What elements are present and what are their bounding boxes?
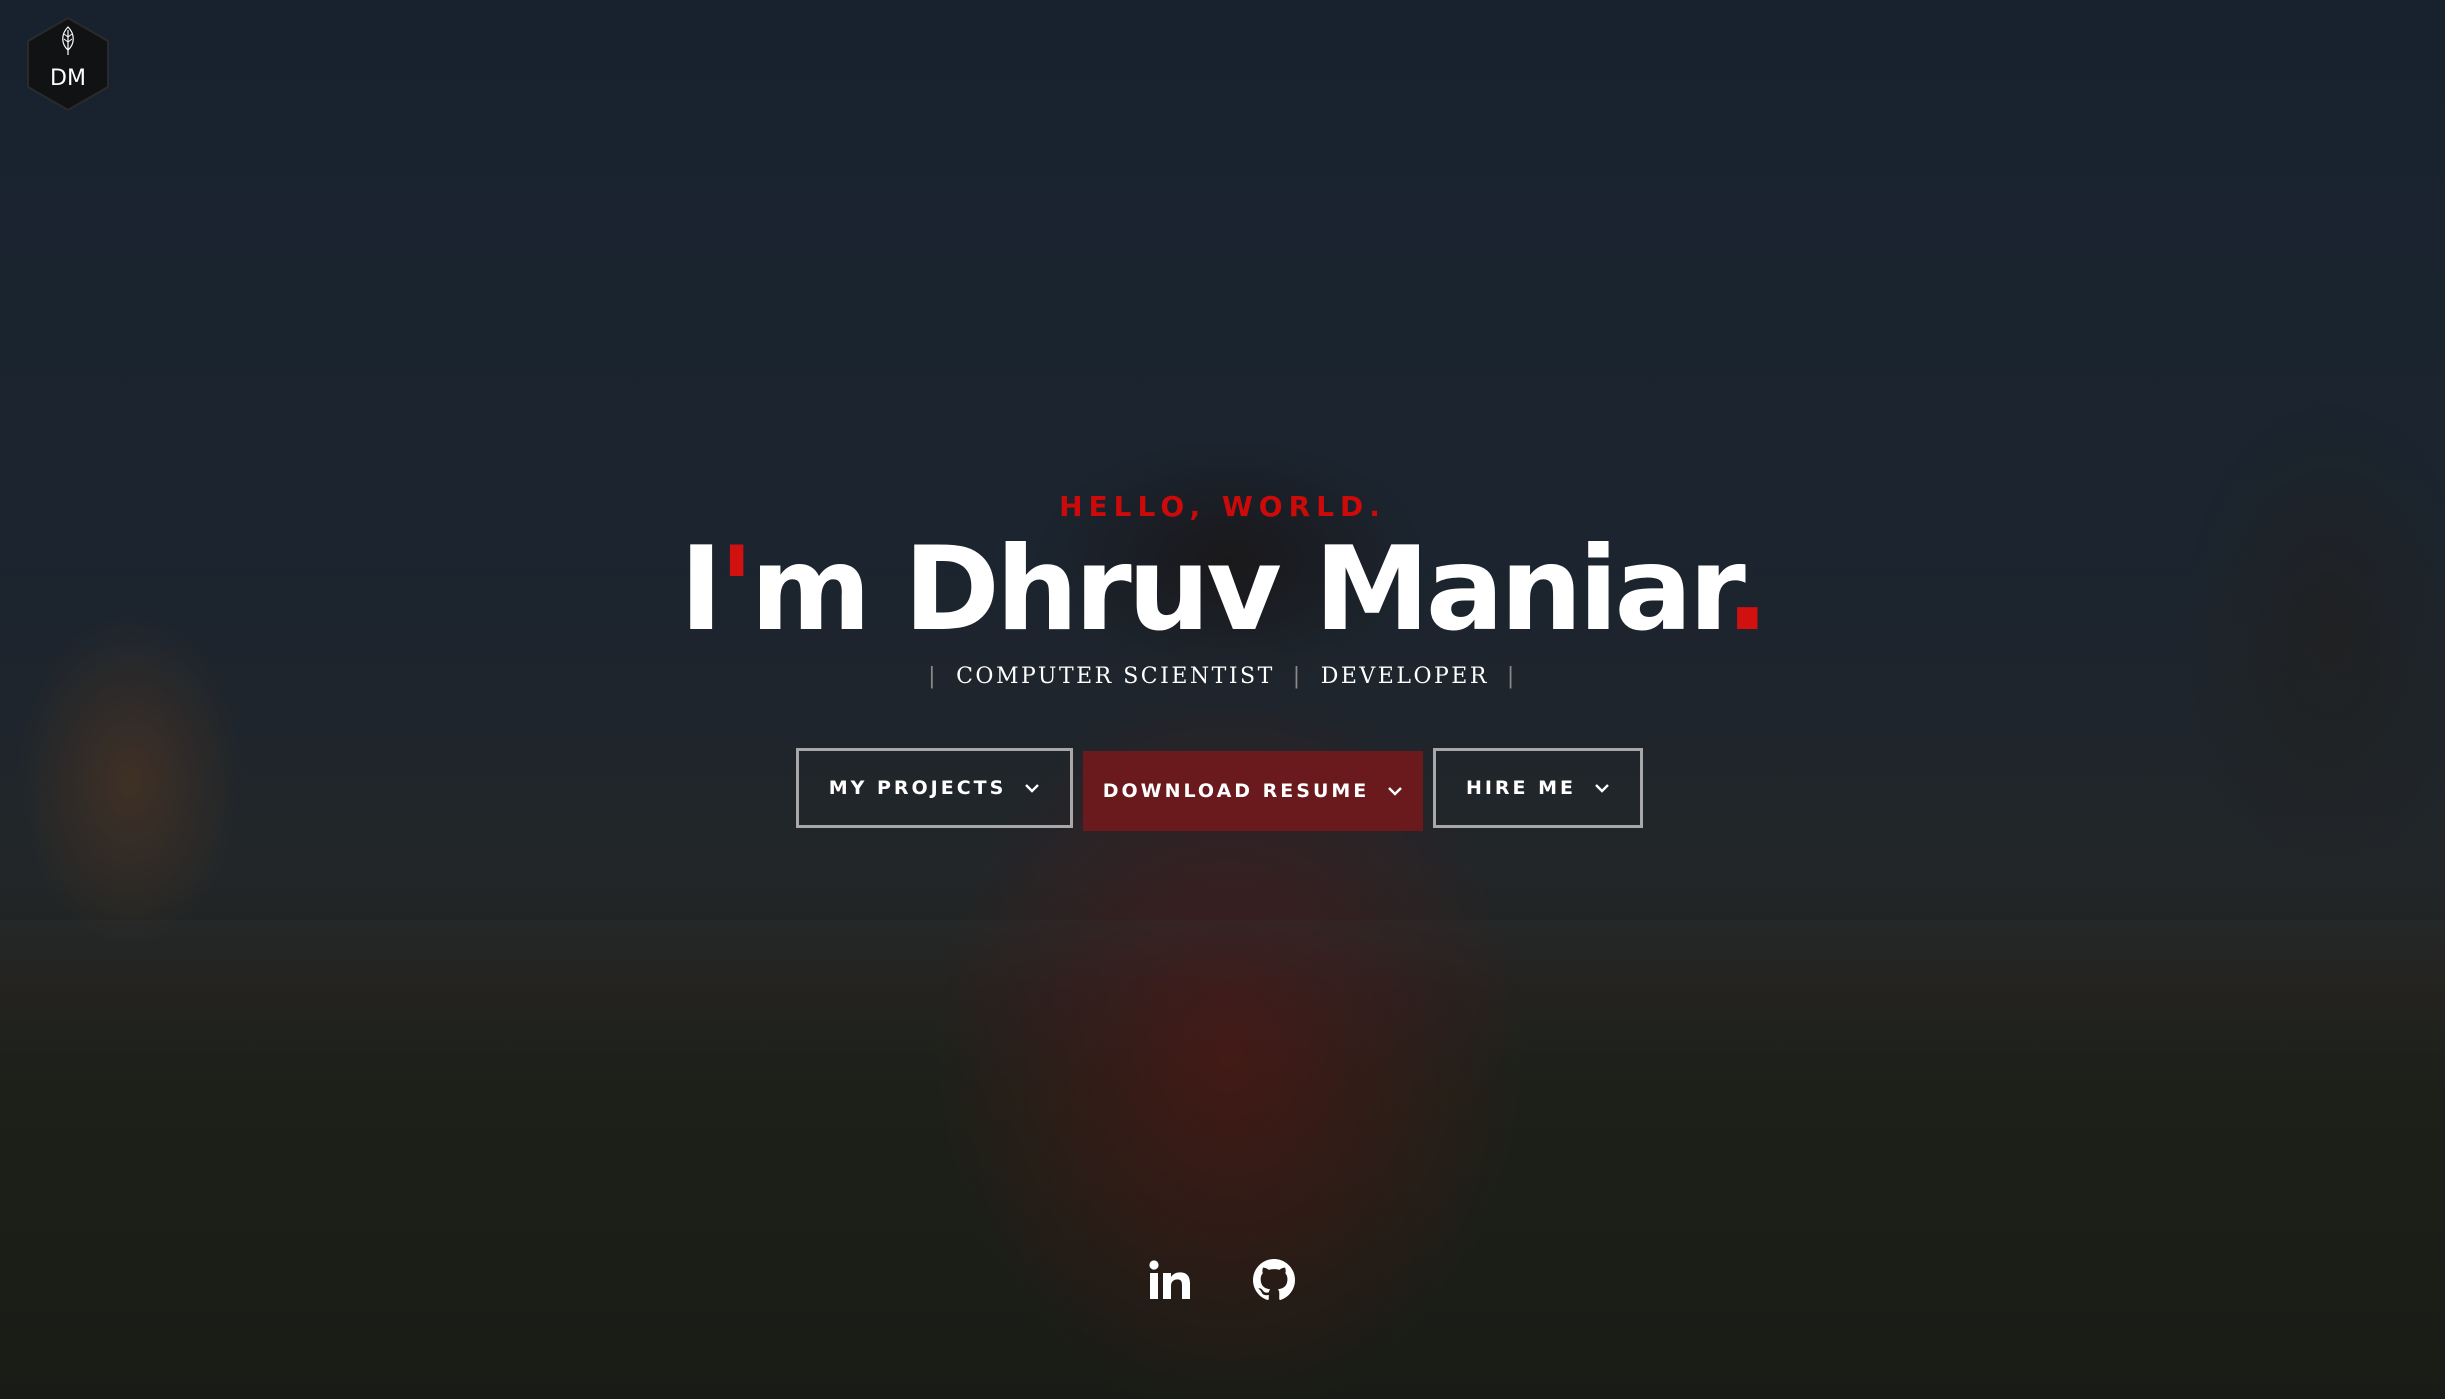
download-resume-label: DOWNLOAD RESUME — [1102, 780, 1370, 802]
logo-text: DM — [50, 66, 86, 91]
greeting-text: HELLO, WORLD. — [1059, 490, 1386, 523]
roles-line: | COMPUTER SCIENTIST | DEVELOPER | — [0, 664, 2445, 689]
headline-apostrophe: ' — [718, 522, 754, 657]
hero-section: DM HELLO, WORLD. I'm Dhruv Maniar. | COMP… — [0, 0, 2445, 1399]
hire-me-label: HIRE ME — [1465, 777, 1577, 799]
role-separator: | — [1292, 664, 1303, 689]
my-projects-label: MY PROJECTS — [828, 777, 1007, 799]
chevron-down-icon — [1388, 787, 1403, 796]
role-separator: | — [928, 664, 939, 689]
my-projects-button[interactable]: MY PROJECTS — [796, 748, 1073, 828]
github-icon — [1253, 1259, 1295, 1300]
page-title: I'm Dhruv Maniar. — [0, 520, 2445, 660]
role-developer: DEVELOPER — [1320, 664, 1489, 689]
headline-name: m Dhruv Maniar — [750, 522, 1729, 657]
headline-prefix: I — [679, 522, 723, 657]
chevron-down-icon — [1025, 784, 1040, 793]
role-computer-scientist: COMPUTER SCIENTIST — [956, 664, 1275, 689]
leaf-icon — [62, 26, 74, 55]
github-link[interactable] — [1250, 1256, 1298, 1304]
headline-dot: . — [1725, 522, 1769, 657]
role-separator: | — [1506, 664, 1517, 689]
download-resume-button[interactable]: DOWNLOAD RESUME — [1083, 751, 1423, 831]
linkedin-icon — [1149, 1260, 1190, 1299]
linkedin-link[interactable] — [1146, 1256, 1194, 1304]
site-logo[interactable]: DM — [26, 16, 110, 112]
hire-me-button[interactable]: HIRE ME — [1433, 748, 1643, 828]
background-overlay — [0, 0, 2445, 1399]
chevron-down-icon — [1595, 784, 1609, 793]
